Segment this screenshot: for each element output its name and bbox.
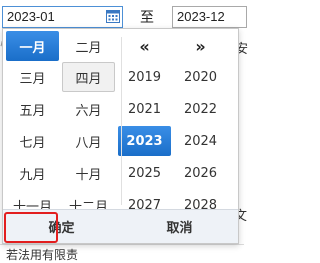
year-cell[interactable]: 2020 <box>174 62 227 92</box>
month-cell[interactable]: 九月 <box>6 158 59 188</box>
month-cell[interactable]: 二月 <box>62 31 115 61</box>
year-cell[interactable]: 2021 <box>118 94 171 124</box>
confirm-highlight-box <box>4 212 58 243</box>
year-cell[interactable]: 2019 <box>118 62 171 92</box>
month-cell[interactable]: 一月 <box>6 31 59 61</box>
background-text-bottom: 若法用有限责 <box>6 248 79 262</box>
end-date-input[interactable]: 2023-12 <box>172 6 247 28</box>
cancel-button[interactable]: 取消 <box>121 210 238 243</box>
range-separator: 至 <box>140 10 154 26</box>
year-cell[interactable]: 2024 <box>174 126 227 156</box>
month-cell[interactable]: 五月 <box>6 94 59 124</box>
year-cell[interactable]: 2023 <box>118 126 171 156</box>
column-divider <box>121 37 122 205</box>
year-cell[interactable]: 2026 <box>174 158 227 188</box>
month-cell[interactable]: 十月 <box>62 158 115 188</box>
month-cell[interactable]: 六月 <box>62 94 115 124</box>
year-cell[interactable]: 2022 <box>174 94 227 124</box>
calendar-icon[interactable] <box>105 8 121 24</box>
month-cell[interactable]: 四月 <box>62 62 115 92</box>
month-cell[interactable]: 八月 <box>62 126 115 156</box>
next-decade-button[interactable]: » <box>174 31 227 61</box>
month-cell[interactable]: 三月 <box>6 62 59 92</box>
prev-decade-button[interactable]: « <box>118 31 171 61</box>
month-cell[interactable]: 七月 <box>6 126 59 156</box>
year-cell[interactable]: 2025 <box>118 158 171 188</box>
background-divider <box>0 244 244 245</box>
